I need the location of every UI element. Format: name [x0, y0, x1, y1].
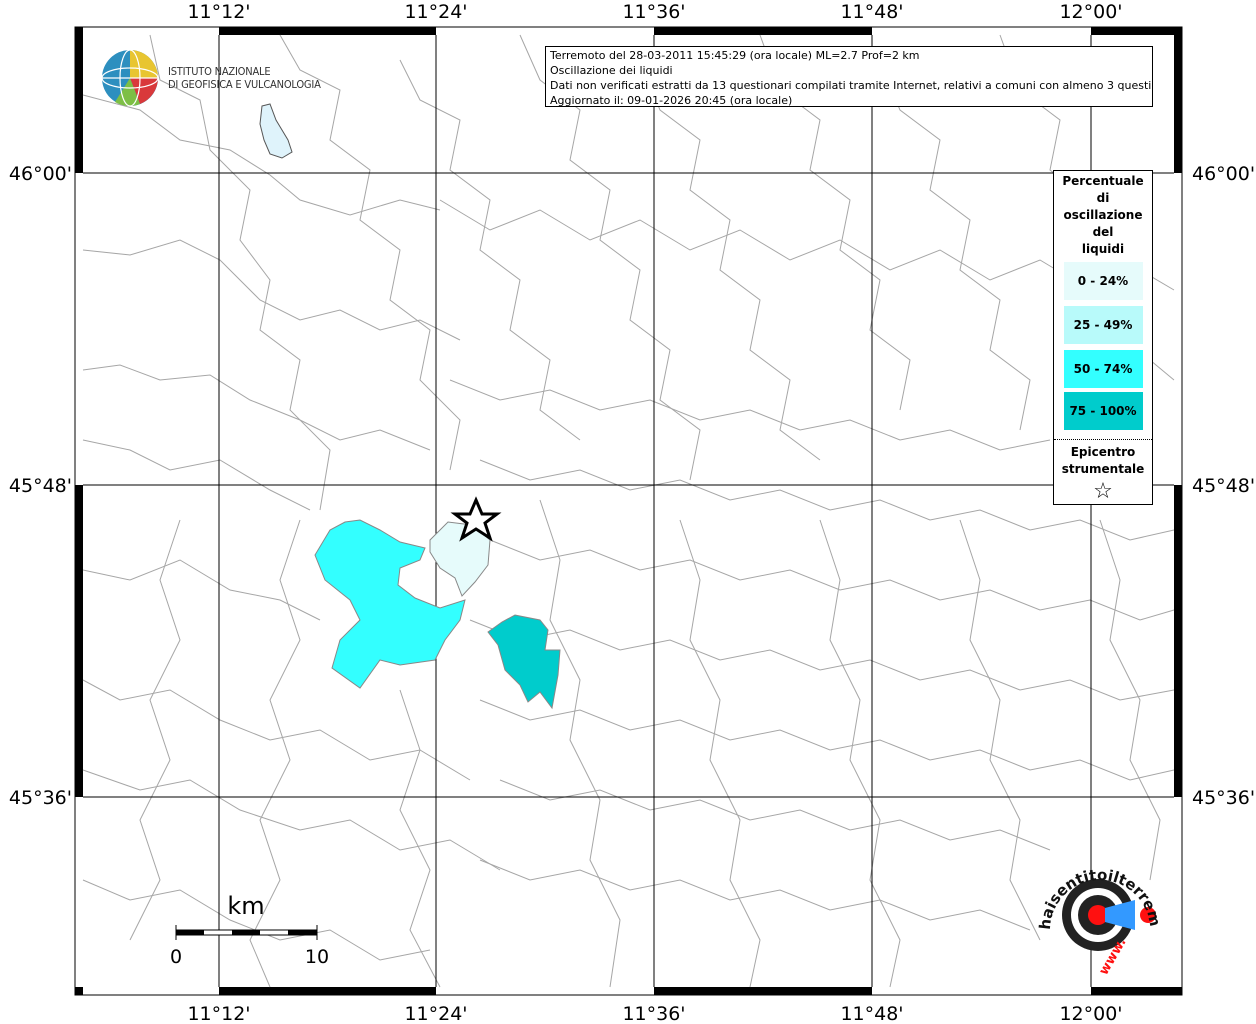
updated-line: Aggiornato il: 09-01-2026 20:45 (ora loc…: [550, 94, 793, 107]
legend-epicenter-label: Epicentro: [1070, 445, 1136, 459]
lat-label-left: 45°36': [9, 787, 72, 809]
lat-label-left: 45°48': [9, 475, 72, 497]
legend-class-50-74: 50 - 74%: [1063, 350, 1143, 388]
longitude-labels-top: 11°12' 11°24' 11°36' 11°48' 12°00': [187, 1, 1122, 23]
legend-title-line: Percentuale: [1062, 174, 1144, 188]
lat-label-right: 45°36': [1192, 787, 1255, 809]
legend-epicenter-label: strumentale: [1061, 462, 1145, 476]
logo-line1: ISTITUTO NAZIONALE: [168, 65, 271, 78]
scale-start: 0: [170, 946, 182, 968]
lon-label-top: 11°48': [840, 1, 903, 23]
longitude-labels-bottom: 11°12' 11°24' 11°36' 11°48' 12°00': [187, 1003, 1122, 1024]
legend-title-line: liquidi: [1081, 242, 1125, 256]
legend: Percentuale di oscillazione del liquidi …: [1053, 170, 1153, 505]
lon-label-top: 11°24': [404, 1, 467, 23]
legend-title-line: oscillazione: [1063, 208, 1143, 222]
legend-title-line: di: [1096, 191, 1110, 205]
logo-line2: DI GEOFISICA E VULCANOLOGIA: [168, 78, 321, 91]
lon-label-bottom: 12°00': [1059, 1003, 1122, 1024]
lon-label-bottom: 11°12': [187, 1003, 250, 1024]
lon-label-top: 11°12': [187, 1, 250, 23]
event-line: Terremoto del 28-03-2011 15:45:29 (ora l…: [550, 49, 920, 62]
globe-icon: [101, 49, 159, 107]
parameter-line: Oscillazione dei liquidi: [550, 64, 673, 77]
legend-class-25-49: 25 - 49%: [1063, 306, 1143, 344]
data-note-line: Dati non verificati estratti da 13 quest…: [550, 79, 1153, 92]
latitude-labels-left: 46°00' 45°48' 45°36': [9, 163, 72, 809]
latitude-labels-right: 46°00' 45°48' 45°36': [1192, 163, 1255, 809]
intensity-map: 11°12' 11°24' 11°36' 11°48' 12°00' 11°12…: [0, 0, 1255, 1024]
scale-unit: km: [227, 892, 264, 920]
legend-title-line: del: [1092, 225, 1114, 239]
ingv-logo: ISTITUTO NAZIONALE DI GEOFISICA E VULCAN…: [100, 46, 321, 110]
lon-label-bottom: 11°24': [404, 1003, 467, 1024]
star-icon: ☆: [1093, 479, 1113, 504]
legend-class-75-100: 75 - 100%: [1063, 392, 1143, 430]
lat-label-right: 46°00': [1192, 163, 1255, 185]
lon-label-top: 12°00': [1059, 1, 1122, 23]
event-info-box: Terremoto del 28-03-2011 15:45:29 (ora l…: [545, 46, 1153, 107]
lat-label-right: 45°48': [1192, 475, 1255, 497]
map-frame: [74, 26, 1183, 996]
scale-end: 10: [305, 946, 329, 968]
lon-label-bottom: 11°48': [840, 1003, 903, 1024]
lat-label-left: 46°00': [9, 163, 72, 185]
legend-class-0-24: 0 - 24%: [1063, 262, 1143, 300]
lon-label-top: 11°36': [622, 1, 685, 23]
lon-label-bottom: 11°36': [622, 1003, 685, 1024]
legend-epicenter: Epicentro strumentale ☆: [1054, 439, 1152, 506]
legend-title: Percentuale di oscillazione del liquidi: [1054, 171, 1152, 258]
